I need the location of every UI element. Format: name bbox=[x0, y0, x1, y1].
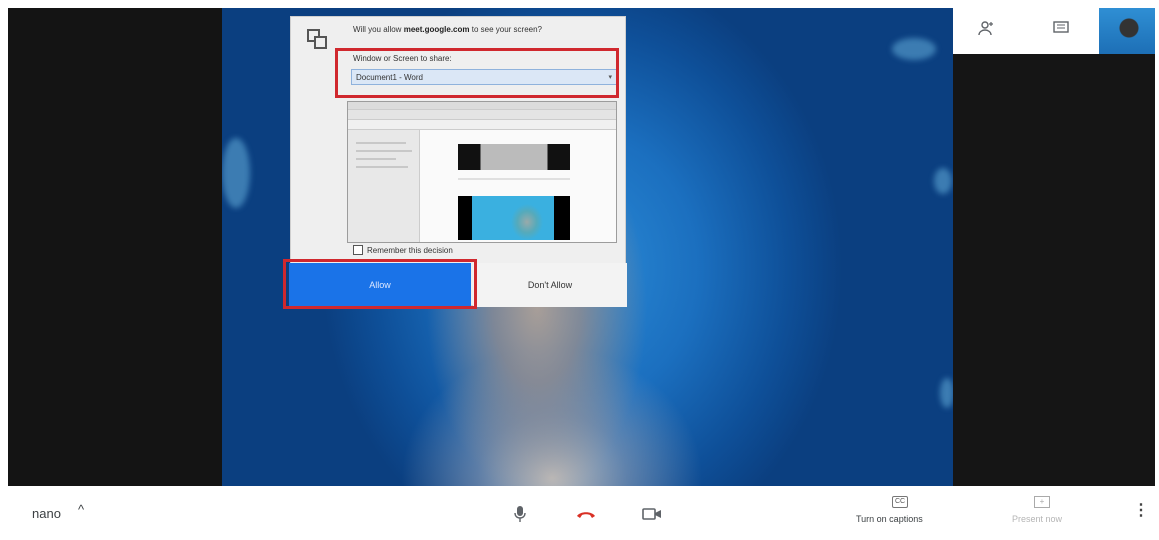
video-bokeh bbox=[892, 38, 936, 60]
captions-button-label[interactable]: Turn on captions bbox=[856, 514, 923, 524]
video-stage: Will you allow meet.google.com to see yo… bbox=[8, 8, 1155, 486]
meeting-controls-bar: nano ^ CC Turn on captions + Present now… bbox=[0, 486, 1159, 540]
chat-icon[interactable] bbox=[1049, 20, 1073, 42]
dialog-question: Will you allow meet.google.com to see yo… bbox=[353, 25, 542, 34]
question-suffix: to see your screen? bbox=[471, 25, 542, 34]
letterbox-left bbox=[8, 8, 222, 486]
chevron-up-icon[interactable]: ^ bbox=[78, 502, 84, 517]
window-preview-thumbnail bbox=[347, 101, 617, 243]
present-button-label[interactable]: Present now bbox=[1012, 514, 1062, 524]
highlight-box-allow bbox=[283, 259, 477, 309]
question-prefix: Will you allow bbox=[353, 25, 402, 34]
dont-allow-button[interactable]: Don't Allow bbox=[473, 263, 627, 307]
hang-up-icon bbox=[577, 512, 595, 518]
camera-button[interactable] bbox=[632, 494, 672, 534]
screen-share-permission-dialog: Will you allow meet.google.com to see yo… bbox=[283, 16, 627, 309]
present-icon[interactable]: + bbox=[1034, 496, 1050, 508]
share-screen-icon bbox=[307, 29, 329, 51]
video-bokeh bbox=[934, 168, 952, 194]
letterbox-right bbox=[953, 8, 1155, 486]
camera-icon bbox=[642, 507, 661, 520]
highlight-box-select bbox=[335, 48, 619, 98]
people-icon[interactable] bbox=[975, 20, 999, 42]
top-right-toolbar bbox=[953, 8, 1155, 54]
remember-checkbox[interactable] bbox=[353, 245, 363, 255]
meet-window: Will you allow meet.google.com to see yo… bbox=[0, 0, 1159, 540]
remember-label: Remember this decision bbox=[367, 246, 453, 255]
question-site: meet.google.com bbox=[403, 25, 470, 34]
microphone-icon bbox=[514, 505, 526, 522]
captions-icon[interactable]: CC bbox=[892, 496, 908, 508]
video-bokeh bbox=[940, 378, 953, 408]
video-bokeh bbox=[222, 138, 250, 208]
microphone-button[interactable] bbox=[500, 494, 540, 534]
meeting-name[interactable]: nano bbox=[32, 506, 61, 521]
hang-up-button[interactable] bbox=[566, 494, 606, 534]
more-vert-icon[interactable]: ⋮ bbox=[1133, 500, 1149, 520]
self-view-thumbnail[interactable] bbox=[1099, 8, 1155, 54]
